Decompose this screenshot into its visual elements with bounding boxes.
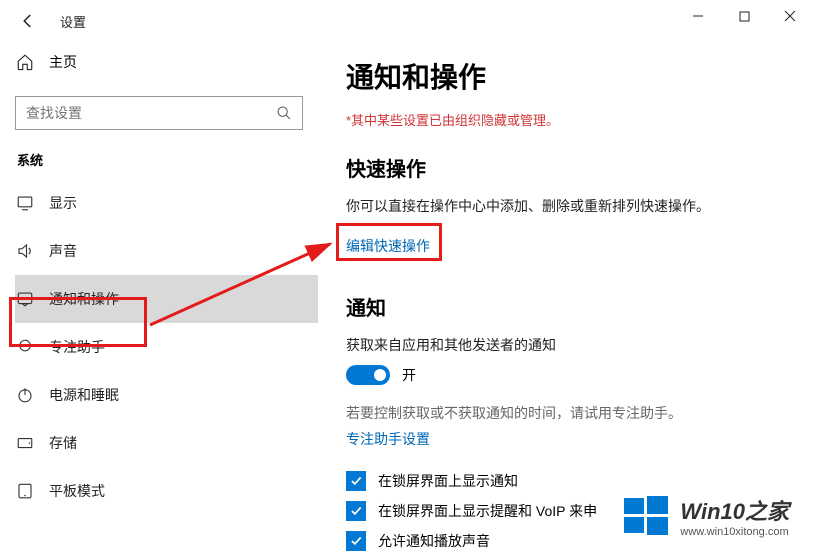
nav-label: 声音 — [49, 241, 77, 261]
checkbox-icon — [346, 531, 366, 551]
main-content: 通知和操作 *其中某些设置已由组织隐藏或管理。 快速操作 你可以直接在操作中心中… — [318, 42, 813, 552]
check-lockscreen-notif[interactable]: 在锁屏界面上显示通知 — [346, 471, 793, 491]
search-field[interactable] — [26, 105, 276, 121]
notifications-heading: 通知 — [346, 292, 793, 321]
home-nav[interactable]: 主页 — [15, 42, 318, 82]
window-title: 设置 — [60, 12, 86, 31]
toggle-state: 开 — [402, 365, 416, 385]
minimize-button[interactable] — [675, 0, 721, 32]
notifications-icon — [15, 290, 35, 308]
nav-label: 平板模式 — [49, 481, 105, 501]
close-button[interactable] — [767, 0, 813, 32]
nav-storage[interactable]: 存储 — [15, 419, 318, 467]
notifications-desc: 获取来自应用和其他发送者的通知 — [346, 335, 793, 355]
nav-focus-assist[interactable]: 专注助手 — [15, 323, 318, 371]
org-warning: *其中某些设置已由组织隐藏或管理。 — [346, 110, 793, 129]
storage-icon — [15, 434, 35, 452]
quick-actions-heading: 快速操作 — [346, 153, 793, 182]
edit-quick-actions-link[interactable]: 编辑快速操作 — [346, 238, 430, 254]
nav-label: 显示 — [49, 193, 77, 213]
nav-label: 电源和睡眠 — [49, 385, 119, 405]
quick-actions-desc: 你可以直接在操作中心中添加、删除或重新排列快速操作。 — [346, 196, 793, 216]
page-title: 通知和操作 — [346, 56, 793, 96]
check-lockscreen-voip[interactable]: 在锁屏界面上显示提醒和 VoIP 来申 — [346, 501, 793, 521]
checkbox-icon — [346, 501, 366, 521]
display-icon — [15, 194, 35, 212]
sound-icon — [15, 242, 35, 260]
home-icon — [15, 53, 35, 71]
sidebar: 主页 系统 显示 声音 通知和操作 专注助手 电源和睡眠 — [0, 42, 318, 552]
check-label: 允许通知播放声音 — [378, 531, 490, 551]
nav-power[interactable]: 电源和睡眠 — [15, 371, 318, 419]
notifications-toggle[interactable] — [346, 365, 390, 385]
nav-label: 存储 — [49, 433, 77, 453]
nav-label: 专注助手 — [49, 337, 105, 357]
nav-sound[interactable]: 声音 — [15, 227, 318, 275]
check-label: 在锁屏界面上显示通知 — [378, 471, 518, 491]
search-input[interactable] — [15, 96, 303, 130]
nav-display[interactable]: 显示 — [15, 179, 318, 227]
nav-notifications[interactable]: 通知和操作 — [15, 275, 318, 323]
power-icon — [15, 386, 35, 404]
search-icon — [276, 105, 292, 121]
focus-assist-link[interactable]: 专注助手设置 — [346, 431, 430, 447]
check-label: 在锁屏界面上显示提醒和 VoIP 来申 — [378, 501, 597, 521]
section-label: 系统 — [15, 150, 318, 169]
focus-hint: 若要控制获取或不获取通知的时间，请试用专注助手。 — [346, 403, 793, 423]
nav-tablet[interactable]: 平板模式 — [15, 467, 318, 515]
focus-icon — [15, 338, 35, 356]
back-button[interactable] — [18, 11, 38, 31]
checkbox-icon — [346, 471, 366, 491]
nav-label: 通知和操作 — [49, 289, 119, 309]
maximize-button[interactable] — [721, 0, 767, 32]
home-label: 主页 — [49, 52, 77, 72]
check-sound[interactable]: 允许通知播放声音 — [346, 531, 793, 551]
tablet-icon — [15, 482, 35, 500]
